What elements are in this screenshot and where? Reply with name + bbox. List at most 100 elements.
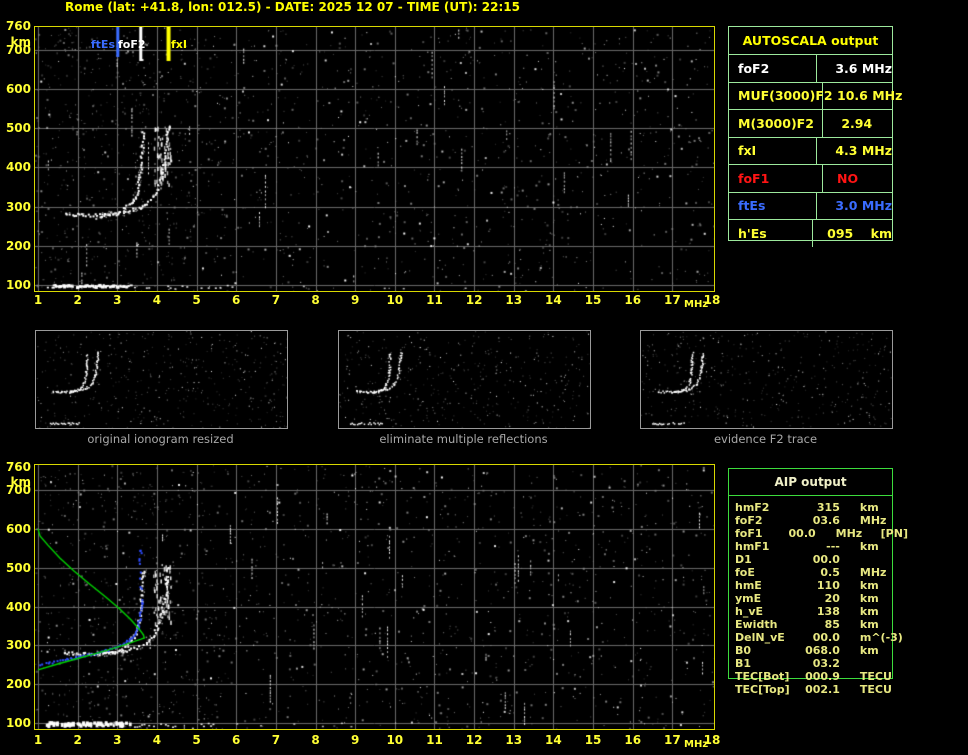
x-tick-4: 4 [152,733,162,747]
aip-value: --- [826,540,840,553]
x-tick-10: 10 [386,733,404,747]
x-tick-12: 12 [465,293,483,307]
y-tick-300: 300 [5,638,31,653]
x-tick-10: 10 [386,293,404,307]
aip-unit: MHz [859,566,887,579]
x-tick-15: 15 [584,733,602,747]
y-tick-600: 600 [5,82,31,97]
autoscala-param: foF1 [729,165,823,192]
aip-row-B1: B1 03.2 [728,657,908,670]
x-tick-11: 11 [426,293,443,307]
x-tick-3: 3 [113,293,122,307]
x-tick-11: 11 [426,733,443,747]
y-tick-500: 500 [5,560,31,575]
top-ionogram-plot [34,26,715,292]
aip-row-foF2: foF2 03.6 MHz [728,514,908,527]
aip-unit: km [859,579,879,592]
thumbnail-caption-3: evidence F2 trace [713,432,818,446]
autoscala-value: 3.0 MHz [830,198,892,214]
aip-unit: km [859,540,879,553]
aip-row-TEC[Bot]: TEC[Bot] 000.9 TECU [728,670,908,683]
x-axis-unit-mhz: MHz [684,299,709,310]
x-tick-7: 7 [271,293,281,307]
aip-unit: km [859,644,879,657]
aip-value: 03.6 [812,514,840,527]
y-tick-500: 500 [5,121,31,136]
autoscala-row-h'Es: h'Es 095 km [729,220,892,247]
aip-param: foE [735,566,755,579]
y-tick-100: 100 [5,278,31,292]
aip-param: hmE [735,579,762,592]
autoscala-row-foF2: foF2 3.6 MHz [729,55,892,83]
x-tick-9: 9 [350,293,360,307]
x-tick-3: 3 [113,733,122,747]
aip-value: 00.0 [788,527,816,540]
x-tick-8: 8 [311,293,320,307]
aip-row-Ewidth: Ewidth 85 km [728,618,908,631]
x-axis-unit-mhz: MHz [684,739,709,750]
x-tick-16: 16 [624,293,642,307]
y-axis-unit-km: km [10,35,31,49]
aip-row-B0: B0 068.0 km [728,644,908,657]
page-title: Rome (lat: +41.8, lon: 012.5) - DATE: 20… [65,0,520,14]
aip-value: 110 [816,579,840,592]
x-tick-2: 2 [73,733,82,747]
aip-param: hmF2 [735,501,770,514]
autoscala-value: 10.6 MHz [837,88,903,104]
autoscala-screen: { "title": "Rome (lat: +41.8, lon: 012.5… [0,0,968,755]
x-tick-2: 2 [73,293,82,307]
x-tick-6: 6 [232,293,241,307]
x-tick-14: 14 [545,293,562,307]
autoscala-row-foF1: foF1 NO [729,165,892,193]
aip-value: 315 [816,501,840,514]
aip-row-DelN_vE: DelN_vE 00.0 m^(-3) [728,631,908,644]
aip-param: B0 [735,644,752,657]
y-tick-200: 200 [5,677,31,692]
aip-row-ymE: ymE 20 km [728,592,908,605]
y-tick-760: 760 [5,19,31,34]
autoscala-table-title: AUTOSCALA output [729,27,892,55]
aip-value: 000.9 [805,670,840,683]
x-tick-5: 5 [192,293,201,307]
x-tick-4: 4 [152,293,162,307]
x-tick-1: 1 [33,733,43,747]
aip-value: 03.2 [812,657,840,670]
aip-unit: km [859,605,879,618]
marker-label-fxI: fxI [171,38,187,51]
aip-table-title: AIP output [729,469,892,496]
aip-param: foF1 [735,527,763,540]
x-tick-7: 7 [271,733,281,747]
aip-param: DelN_vE [735,631,785,644]
y-tick-600: 600 [5,521,31,536]
aip-row-foE: foE 0.5 MHz [728,566,908,579]
aip-param: h_vE [735,605,764,618]
top-ionogram-canvas [35,27,714,291]
aip-row-foF1: foF1 00.0 MHz [PN] [728,527,908,540]
thumbnail-1 [35,330,288,429]
x-tick-16: 16 [624,733,642,747]
aip-unit: TECU [859,683,892,696]
autoscala-table: AUTOSCALA output foF2 3.6 MHz MUF(3000)F2… [728,26,902,247]
aip-row-hmF2: hmF2 315 km [728,501,908,514]
aip-value: 138 [816,605,840,618]
aip-value: 0.5 [820,566,840,579]
x-tick-14: 14 [545,733,562,747]
thumbnail-3 [640,330,893,429]
autoscala-value: 4.3 MHz [830,143,892,159]
autoscala-value: 095 km [827,225,892,241]
aip-unit: m^(-3) [859,631,903,644]
aip-extra: [PN] [880,527,908,540]
aip-row-D1: D1 00.0 [728,553,908,566]
autoscala-row-fxI: fxI 4.3 MHz [729,137,892,165]
aip-value: 002.1 [805,683,840,696]
bottom-ionogram-canvas [35,465,714,729]
x-tick-17: 17 [663,733,681,747]
x-tick-9: 9 [350,733,360,747]
bottom-ionogram-plot [34,464,715,730]
x-tick-8: 8 [311,733,320,747]
x-tick-17: 17 [663,293,681,307]
y-tick-200: 200 [5,238,31,253]
thumbnail-canvas-1 [36,331,287,428]
x-tick-6: 6 [232,733,241,747]
y-tick-100: 100 [5,716,31,730]
